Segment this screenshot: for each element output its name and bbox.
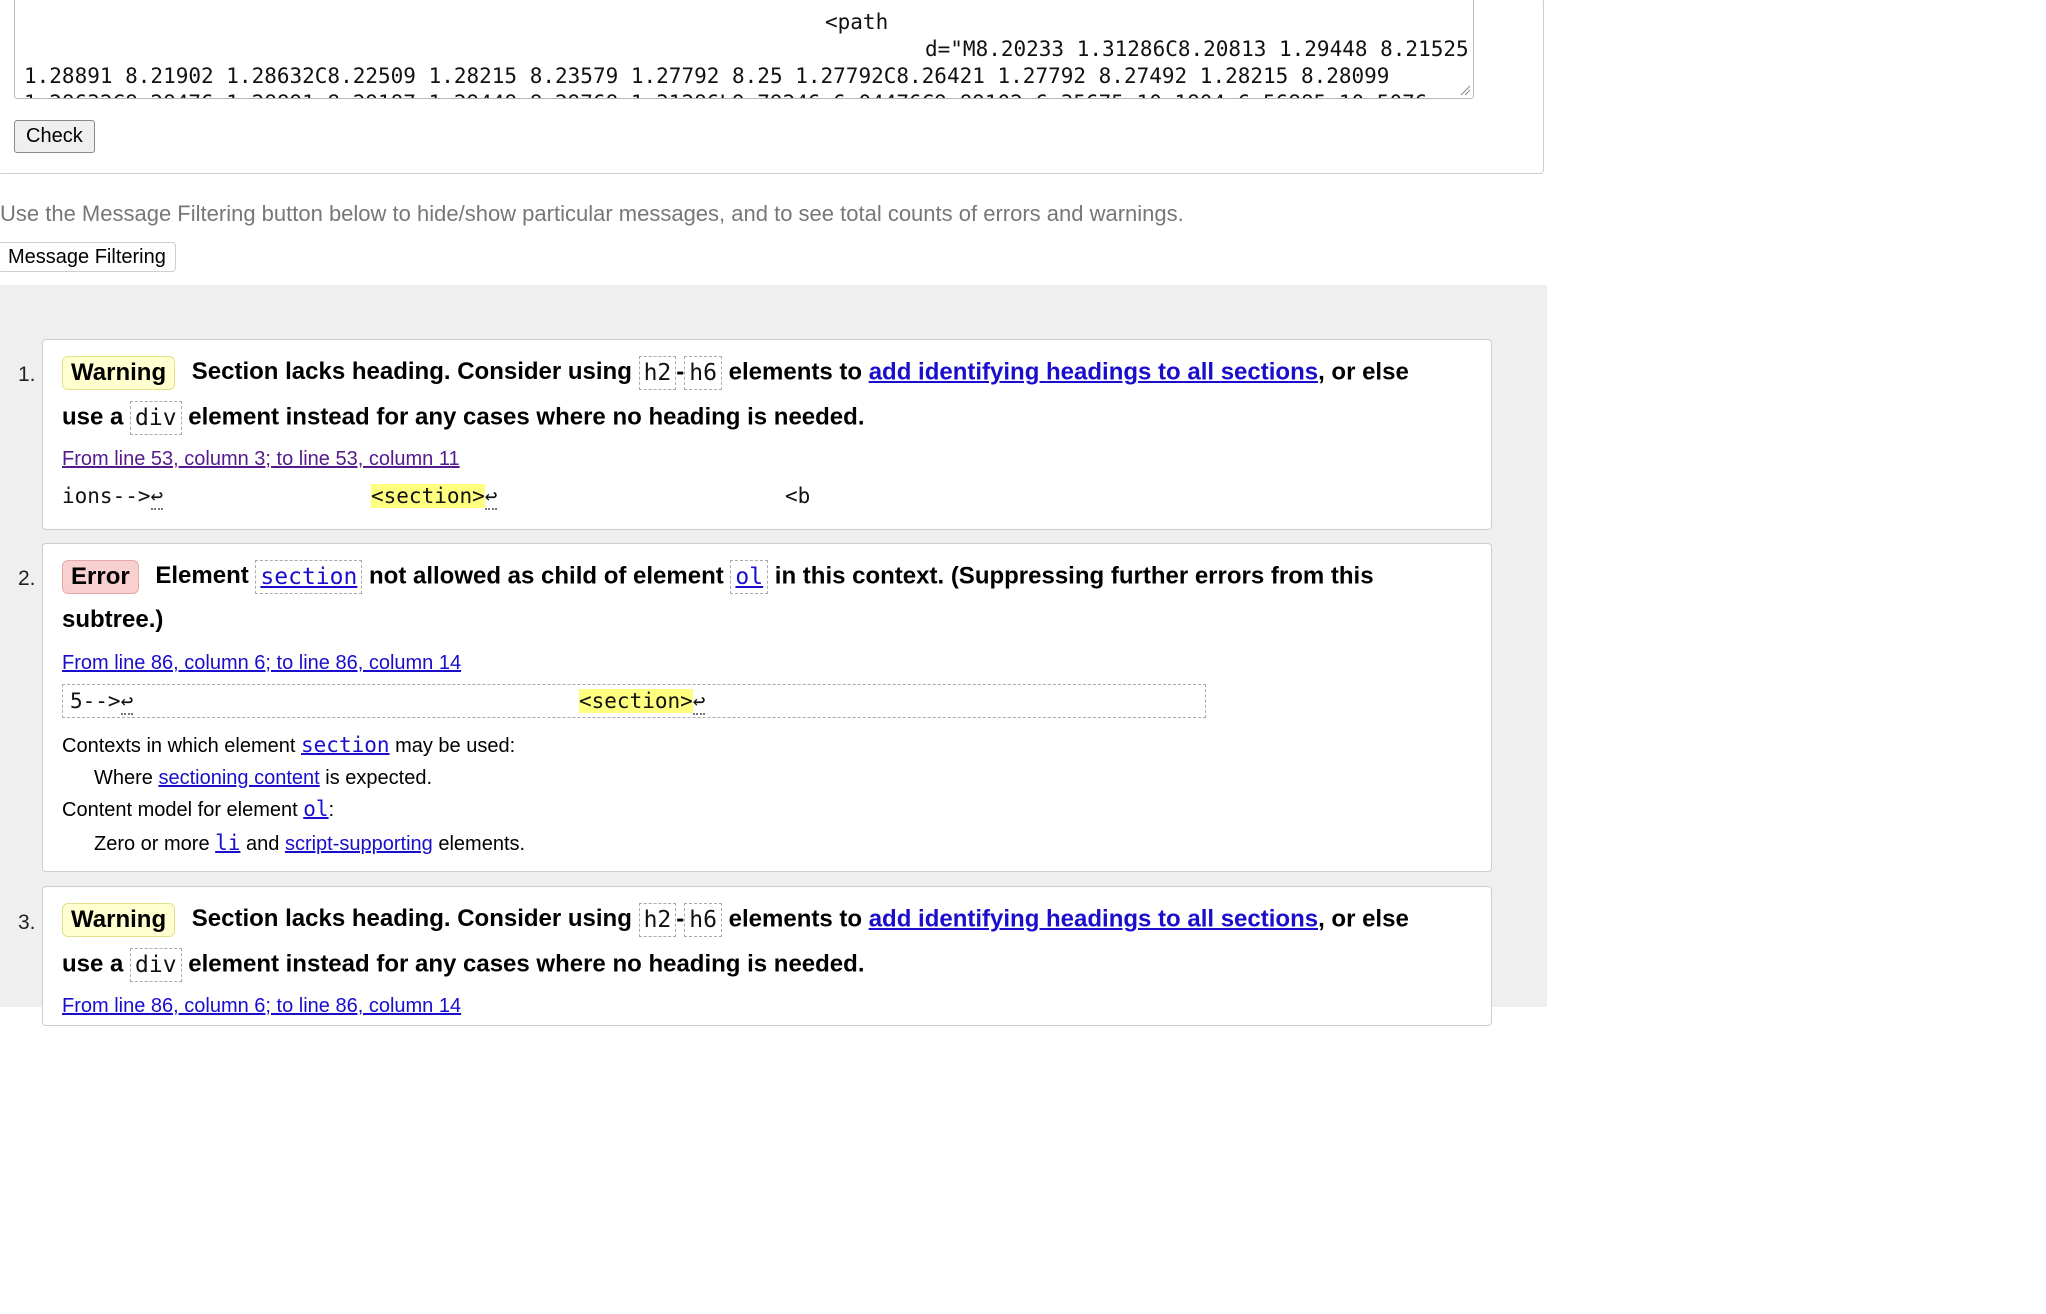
headings-link[interactable]: add identifying headings to all sections (869, 905, 1318, 932)
contexts-where-line: Where sectioning content is expected. (94, 767, 432, 790)
message-text-line: Warning Section lacks heading. Consider … (62, 356, 1409, 390)
message-text: element instead for any cases where no h… (188, 403, 865, 431)
message-text-line: use a div element instead for any cases … (62, 401, 864, 435)
message-text: elements to (728, 905, 863, 933)
message-text: , or else (1318, 358, 1409, 386)
message-text: in this context. (Suppressing further er… (774, 562, 1374, 590)
message-number: 2. (18, 567, 36, 590)
contexts-line: Contexts in which element section may be… (62, 733, 515, 758)
message-number: 3. (18, 911, 36, 934)
code-h6: h6 (684, 903, 722, 937)
dash-text: - (676, 358, 685, 386)
message-text: Section lacks heading. Consider using (191, 905, 632, 933)
check-button[interactable]: Check (14, 120, 95, 153)
code-text: ol (303, 797, 329, 821)
message-warning-3: Warning Section lacks heading. Consider … (42, 886, 1492, 1026)
extract-text: 5-->↩ (70, 689, 134, 715)
message-number: 1. (18, 363, 36, 386)
detail-text: Contexts in which element (62, 735, 296, 757)
message-error-2: Error Element section not allowed as chi… (42, 543, 1492, 872)
content-model-detail-line: Zero or more li and script-supporting el… (94, 831, 525, 856)
detail-text: and (246, 833, 280, 855)
detail-text: : (328, 799, 335, 821)
extract-highlight: <section>↩ (371, 484, 498, 510)
sectioning-content-link[interactable]: sectioning content (158, 767, 319, 789)
section-context-link[interactable]: section (301, 733, 390, 757)
ol-element-link[interactable]: ol (735, 564, 763, 590)
message-text: Element (155, 562, 249, 590)
message-text-line: use a div element instead for any cases … (62, 948, 864, 982)
script-supporting-link[interactable]: script-supporting (285, 833, 433, 855)
detail-text: Where (94, 767, 153, 789)
newline-mark: ↩ (150, 484, 164, 510)
detail-text: Content model for element (62, 799, 298, 821)
message-text: element instead for any cases where no h… (188, 950, 865, 978)
message-text: elements to (728, 358, 863, 386)
message-text-line: subtree.) (62, 606, 164, 633)
input-form-panel: <path d="M8.20233 1.31286C8.20813 1.2944… (0, 0, 1544, 174)
code-h2: h2 (638, 356, 677, 390)
detail-text: may be used: (395, 735, 516, 757)
content-model-line: Content model for element ol: (62, 797, 334, 822)
location-link[interactable]: From line 86, column 6; to line 86, colu… (62, 652, 461, 675)
extract-post: <b (785, 484, 811, 508)
code-div: div (130, 401, 182, 435)
message-warning-1: Warning Section lacks heading. Consider … (42, 339, 1492, 530)
message-text: use a (62, 403, 124, 431)
filter-hint-text: Use the Message Filtering button below t… (0, 201, 1184, 226)
extract-pre: ions--> (62, 484, 151, 508)
warning-badge: Warning (62, 356, 176, 390)
extract-highlight: <section>↩ (579, 689, 706, 715)
source-line: 1.28891 8.21902 1.28632C8.22509 1.28215 … (24, 64, 1390, 88)
highlighted-code: <section> (371, 484, 485, 508)
source-line: 1.28632C8.28476 1.28891 8.29187 1.29448 … (24, 91, 1427, 98)
message-text: not allowed as child of element (369, 562, 724, 590)
code-h2: h2 (638, 903, 677, 937)
message-text-line: Warning Section lacks heading. Consider … (62, 903, 1409, 937)
warning-badge: Warning (62, 903, 176, 937)
extract-text: ions-->↩ (62, 484, 164, 510)
extract-pre: 5--> (70, 689, 121, 713)
code-h6: h6 (684, 356, 722, 390)
newline-mark: ↩ (692, 689, 706, 715)
newline-mark: ↩ (484, 484, 498, 510)
source-textarea[interactable]: <path d="M8.20233 1.31286C8.20813 1.2944… (14, 0, 1474, 99)
newline-mark: ↩ (120, 689, 134, 715)
detail-text: Zero or more (94, 833, 210, 855)
message-text: use a (62, 950, 124, 978)
code-text: section (301, 733, 390, 757)
li-element-link[interactable]: li (215, 831, 241, 855)
results-area: 1. Warning Section lacks heading. Consid… (0, 285, 1547, 1026)
location-link[interactable]: From line 86, column 6; to line 86, colu… (62, 995, 461, 1018)
error-badge: Error (62, 560, 139, 594)
code-div: div (130, 948, 182, 982)
source-line: d="M8.20233 1.31286C8.20813 1.29448 8.21… (925, 37, 1469, 61)
resize-grip-icon[interactable] (1460, 85, 1471, 96)
message-filtering-button[interactable]: Message Filtering (0, 242, 176, 272)
section-element-link[interactable]: section (260, 564, 357, 590)
location-link[interactable]: From line 53, column 3; to line 53, colu… (62, 448, 460, 471)
detail-text: is expected. (325, 767, 432, 789)
headings-link[interactable]: add identifying headings to all sections (869, 358, 1318, 385)
source-line: <path (825, 10, 889, 34)
message-text-line: Error Element section not allowed as chi… (62, 560, 1374, 594)
code-text: li (215, 831, 241, 855)
highlighted-code: <section> (579, 689, 693, 713)
code-ol: ol (730, 560, 769, 594)
ol-content-link[interactable]: ol (303, 797, 329, 821)
dash-text: - (676, 905, 685, 933)
message-text: , or else (1318, 905, 1409, 933)
detail-text: elements. (438, 833, 526, 855)
message-text: Section lacks heading. Consider using (191, 358, 632, 386)
code-section: section (255, 560, 363, 594)
